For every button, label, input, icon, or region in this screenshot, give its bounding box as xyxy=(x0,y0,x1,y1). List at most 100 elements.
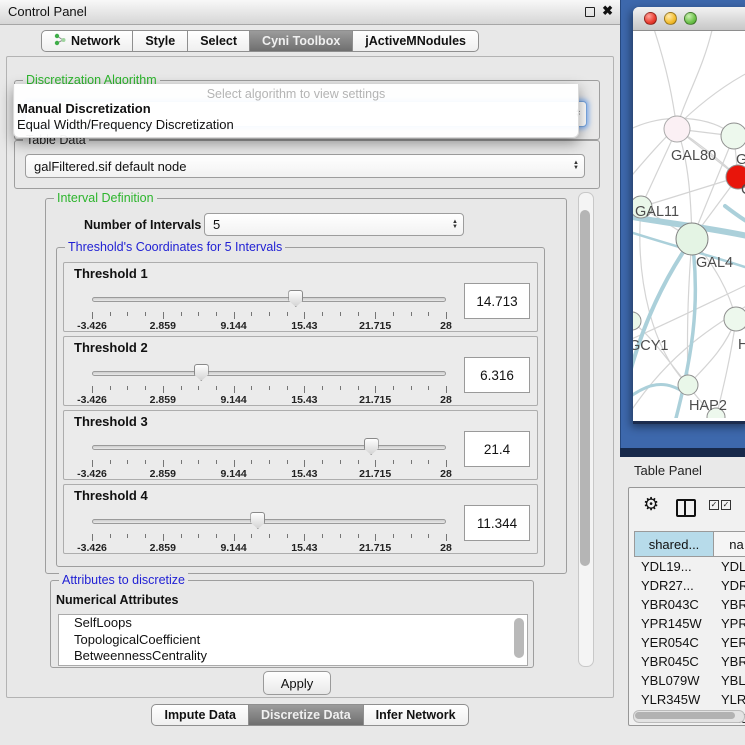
list-scrollbar[interactable] xyxy=(514,618,524,658)
slider-track[interactable] xyxy=(92,371,446,376)
slider-tick-label: 21.715 xyxy=(359,320,391,332)
algorithm-dropdown-popup: Select algorithm to view settings Manual… xyxy=(13,84,579,138)
slider-thumb[interactable] xyxy=(364,438,379,455)
threshold-slider[interactable]: -3.4262.8599.14415.4321.71528 xyxy=(92,511,446,553)
checkbox-icon[interactable]: ✓ xyxy=(709,500,719,510)
slider-tick xyxy=(92,460,93,467)
slider-tick xyxy=(127,312,128,316)
slider-tick xyxy=(358,312,359,316)
slider-tick xyxy=(411,460,412,464)
table-horizontal-scrollbar[interactable] xyxy=(633,710,745,723)
threshold-value-field[interactable]: 6.316 xyxy=(464,357,530,393)
attribute-item-topologicalcoefficient[interactable]: TopologicalCoefficient xyxy=(59,632,527,649)
table-row[interactable]: YPR145WYPR1 xyxy=(634,614,745,633)
slider-tick xyxy=(287,460,288,464)
slider-track[interactable] xyxy=(92,445,446,450)
slider-thumb[interactable] xyxy=(288,290,303,307)
attribute-item-selfloops[interactable]: SelfLoops xyxy=(59,615,527,632)
tab-label: Network xyxy=(71,34,120,48)
apply-button[interactable]: Apply xyxy=(263,671,331,695)
main-scrollbar-thumb[interactable] xyxy=(580,210,590,566)
node-gal4[interactable] xyxy=(676,223,708,255)
top-tab-bar: Network StyleSelectCyni ToolboxjActiveMNo… xyxy=(0,30,570,52)
threshold-value-field[interactable]: 11.344 xyxy=(464,505,530,541)
tab-select[interactable]: Select xyxy=(188,30,250,52)
slider-tick xyxy=(181,386,182,390)
slider-tick-label: 2.859 xyxy=(150,394,176,406)
node-top-right[interactable] xyxy=(721,123,745,149)
network-canvas[interactable]: GAL80 GA C GAL11 GAL4 GCY1 H HAP2 xyxy=(633,31,745,418)
slider-tick xyxy=(163,312,164,319)
table-row[interactable]: YDR27...YDR2 xyxy=(634,576,745,595)
slider-tick xyxy=(358,534,359,538)
number-of-intervals-combobox[interactable]: 5 ▲▼ xyxy=(204,213,464,236)
slider-tick xyxy=(304,460,305,467)
slider-tick xyxy=(145,460,146,464)
node-gcy1[interactable] xyxy=(633,312,641,330)
bottom-tab-infer-network[interactable]: Infer Network xyxy=(364,704,469,726)
node-label: GAL11 xyxy=(635,204,679,220)
table-row[interactable]: YBR045CYBR0 xyxy=(634,652,745,671)
tab-cyni-toolbox[interactable]: Cyni Toolbox xyxy=(250,30,353,52)
threshold-value-field[interactable]: 14.713 xyxy=(464,283,530,319)
threshold-slider[interactable]: -3.4262.8599.14415.4321.71528 xyxy=(92,437,446,479)
table-row[interactable]: YBL079WYBL0 xyxy=(634,671,745,690)
close-traffic-light-icon[interactable] xyxy=(644,12,657,25)
column-header-shared-name[interactable]: shared... xyxy=(634,531,713,557)
cell-name: YBR0 xyxy=(713,597,745,612)
close-icon[interactable]: ✖ xyxy=(602,3,613,19)
node-right-mid[interactable] xyxy=(724,307,745,331)
table-row[interactable]: YLR345WYLR3 xyxy=(634,690,745,709)
threshold-value-field[interactable]: 21.4 xyxy=(464,431,530,467)
slider-tick xyxy=(110,386,111,390)
table-row[interactable]: YBR043CYBR0 xyxy=(634,595,745,614)
slider-thumb[interactable] xyxy=(250,512,265,529)
float-window-icon[interactable] xyxy=(585,7,595,17)
minimize-traffic-light-icon[interactable] xyxy=(664,12,677,25)
network-window-titlebar[interactable] xyxy=(633,7,745,31)
slider-track[interactable] xyxy=(92,297,446,302)
slider-tick xyxy=(322,534,323,538)
cell-name: YDL1 xyxy=(713,559,745,574)
slider-track[interactable] xyxy=(92,519,446,524)
table-scrollbar-thumb[interactable] xyxy=(635,712,735,719)
slider-tick xyxy=(163,534,164,541)
node-hap2[interactable] xyxy=(678,375,698,395)
checkbox-icons[interactable]: ✓ ✓ xyxy=(709,500,731,510)
slider-tick xyxy=(127,460,128,464)
algorithm-option-manual-discretization[interactable]: Manual Discretization xyxy=(14,101,578,117)
threshold-label: Threshold 2 xyxy=(74,340,148,355)
checkbox-icon[interactable]: ✓ xyxy=(721,500,731,510)
columns-icon[interactable] xyxy=(676,499,696,517)
slider-tick xyxy=(393,312,394,316)
tab-network[interactable]: Network xyxy=(41,30,133,52)
bottom-tab-discretize-data[interactable]: Discretize Data xyxy=(249,704,364,726)
slider-tick xyxy=(375,312,376,319)
algorithm-option-equal-width-frequency-discretization[interactable]: Equal Width/Frequency Discretization xyxy=(14,117,578,133)
tab-jactivemnodules[interactable]: jActiveMNodules xyxy=(353,30,479,52)
table-row[interactable]: YER054CYER0 xyxy=(634,633,745,652)
zoom-traffic-light-icon[interactable] xyxy=(684,12,697,25)
cell-shared-name: YBR045C xyxy=(634,654,713,669)
table-data-combobox[interactable]: galFiltered.sif default node ▲▼ xyxy=(25,154,585,178)
attribute-item-betweennesscentrality[interactable]: BetweennessCentrality xyxy=(59,648,527,665)
slider-tick xyxy=(411,534,412,538)
column-header-name[interactable]: na xyxy=(713,531,745,557)
tab-style[interactable]: Style xyxy=(133,30,188,52)
slider-tick xyxy=(269,460,270,464)
bottom-tab-bar: Impute DataDiscretize DataInfer Network xyxy=(0,704,620,726)
threshold-slider[interactable]: -3.4262.8599.14415.4321.71528 xyxy=(92,363,446,405)
network-graph[interactable]: GAL80 GA C GAL11 GAL4 GCY1 H HAP2 xyxy=(633,31,745,418)
slider-thumb[interactable] xyxy=(194,364,209,381)
threshold-slider[interactable]: -3.4262.8599.14415.4321.71528 xyxy=(92,289,446,331)
node-gal80[interactable] xyxy=(664,116,690,142)
slider-tick xyxy=(446,386,447,393)
gear-icon[interactable]: ⚙ xyxy=(643,494,659,515)
slider-tick xyxy=(251,312,252,316)
slider-tick-label: 15.43 xyxy=(291,468,317,480)
bottom-tab-impute-data[interactable]: Impute Data xyxy=(151,704,249,726)
cell-shared-name: YBL079W xyxy=(634,673,713,688)
slider-tick xyxy=(181,312,182,316)
numerical-attributes-list[interactable]: SelfLoopsTopologicalCoefficientBetweenne… xyxy=(58,614,528,666)
table-row[interactable]: YDL19...YDL1 xyxy=(634,557,745,576)
